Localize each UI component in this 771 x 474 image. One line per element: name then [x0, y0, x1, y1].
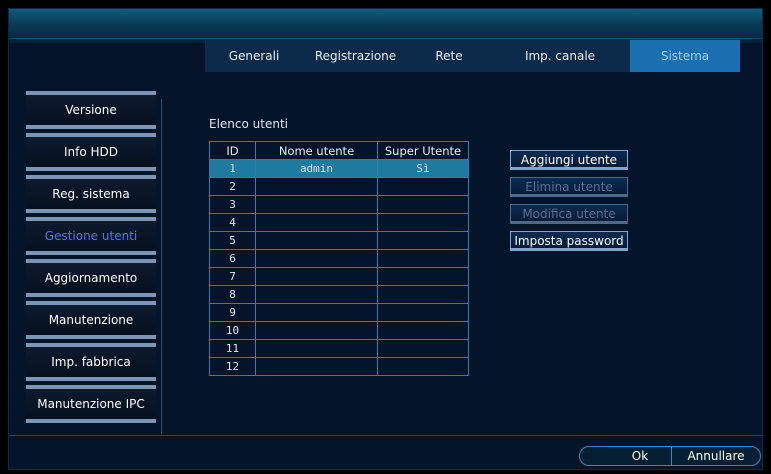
cell-super	[377, 321, 469, 340]
sidebar-item-versione[interactable]: Versione	[26, 91, 156, 129]
sidebar-divider	[161, 99, 162, 434]
cell-super	[377, 249, 469, 268]
cell-id: 1	[209, 159, 256, 178]
cell-super	[377, 177, 469, 196]
cancel-button[interactable]: Annullare	[671, 446, 761, 466]
delete-user-button[interactable]: Elimina utente	[510, 177, 628, 197]
column-header-id: ID	[209, 141, 256, 160]
cell-id: 10	[209, 321, 256, 340]
column-header-super: Super Utente	[377, 141, 469, 160]
cell-name	[255, 339, 378, 358]
sidebar-item-manutenzione-ipc[interactable]: Manutenzione IPC	[26, 385, 156, 423]
sidebar-item-imp-fabbrica[interactable]: Imp. fabbrica	[26, 343, 156, 381]
sidebar-item-gestione-utenti[interactable]: Gestione utenti	[26, 217, 156, 255]
cell-id: 8	[209, 285, 256, 304]
tab-sistema[interactable]: Sistema	[630, 40, 740, 72]
set-password-button[interactable]: Imposta password	[510, 231, 628, 251]
sidebar-item-aggiornamento[interactable]: Aggiornamento	[26, 259, 156, 297]
table-row[interactable]: 12	[209, 357, 469, 376]
table-row[interactable]: 11	[209, 339, 469, 358]
cell-name	[255, 267, 378, 286]
table-row[interactable]: 1 admin Sì	[209, 159, 469, 178]
cell-id: 4	[209, 213, 256, 232]
table-row[interactable]: 3	[209, 195, 469, 214]
settings-window: Generali Registrazione Rete Imp. canale …	[8, 8, 763, 470]
ok-button[interactable]: Ok	[579, 446, 681, 466]
tab-rete[interactable]: Rete	[408, 40, 490, 72]
cell-super	[377, 213, 469, 232]
cell-super	[377, 357, 469, 376]
cell-super	[377, 339, 469, 358]
cell-id: 9	[209, 303, 256, 322]
table-row[interactable]: 8	[209, 285, 469, 304]
cell-name	[255, 303, 378, 322]
cell-id: 7	[209, 267, 256, 286]
title-bar	[9, 9, 762, 39]
cell-name	[255, 249, 378, 268]
cell-name	[255, 321, 378, 340]
cell-super	[377, 267, 469, 286]
cell-id: 12	[209, 357, 256, 376]
cell-super: Sì	[377, 159, 469, 178]
table-row[interactable]: 5	[209, 231, 469, 250]
cell-id: 6	[209, 249, 256, 268]
cell-name	[255, 213, 378, 232]
cell-id: 5	[209, 231, 256, 250]
tab-imp-canale[interactable]: Imp. canale	[490, 40, 630, 72]
cell-super	[377, 195, 469, 214]
footer-divider	[9, 435, 762, 436]
cell-name	[255, 285, 378, 304]
cell-id: 3	[209, 195, 256, 214]
cell-super	[377, 285, 469, 304]
cell-name: admin	[255, 159, 378, 178]
user-table: ID Nome utente Super Utente 1 admin Sì 2…	[209, 141, 469, 376]
column-header-name: Nome utente	[255, 141, 378, 160]
add-user-button[interactable]: Aggiungi utente	[510, 150, 628, 170]
tab-registrazione[interactable]: Registrazione	[303, 40, 408, 72]
table-header-row: ID Nome utente Super Utente	[209, 141, 469, 160]
table-row[interactable]: 2	[209, 177, 469, 196]
tab-generali[interactable]: Generali	[205, 40, 303, 72]
user-list-title: Elenco utenti	[209, 117, 288, 131]
cell-name	[255, 231, 378, 250]
cell-name	[255, 195, 378, 214]
sidebar-item-manutenzione[interactable]: Manutenzione	[26, 301, 156, 339]
cell-super	[377, 303, 469, 322]
cell-name	[255, 357, 378, 376]
sidebar-item-reg-sistema[interactable]: Reg. sistema	[26, 175, 156, 213]
table-row[interactable]: 6	[209, 249, 469, 268]
table-row[interactable]: 10	[209, 321, 469, 340]
table-row[interactable]: 7	[209, 267, 469, 286]
cell-super	[377, 231, 469, 250]
edit-user-button[interactable]: Modifica utente	[510, 204, 628, 224]
sidebar-item-info-hdd[interactable]: Info HDD	[26, 133, 156, 171]
cell-name	[255, 177, 378, 196]
table-row[interactable]: 9	[209, 303, 469, 322]
table-row[interactable]: 4	[209, 213, 469, 232]
cell-id: 2	[209, 177, 256, 196]
tab-bar: Generali Registrazione Rete Imp. canale …	[205, 40, 740, 72]
cell-id: 11	[209, 339, 256, 358]
